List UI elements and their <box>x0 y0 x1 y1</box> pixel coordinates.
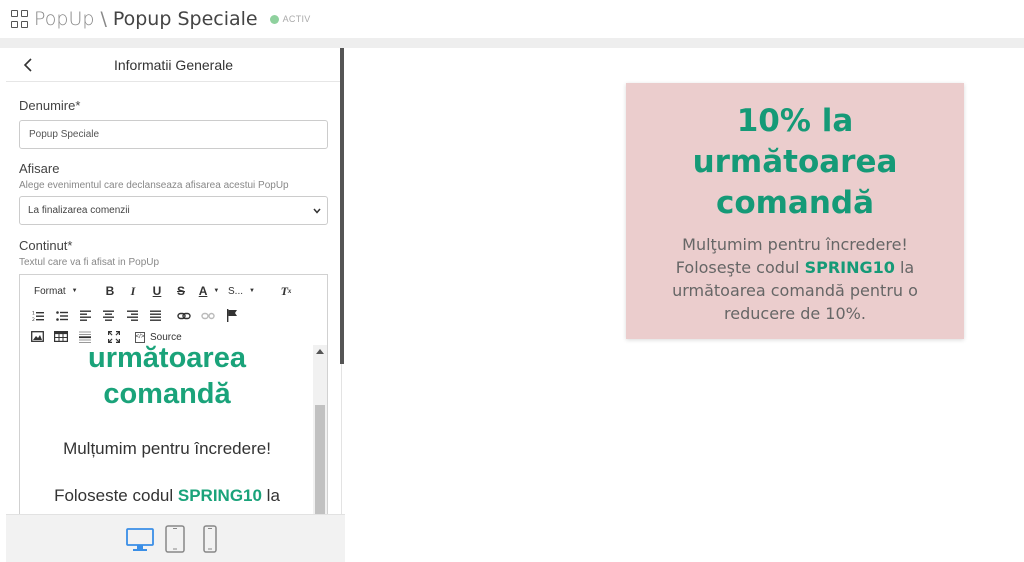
align-justify-icon[interactable] <box>150 310 161 321</box>
source-code-icon: </> <box>135 331 145 343</box>
preview-coupon-code: SPRING10 <box>804 258 895 277</box>
editor-paragraph-thanks: Mulțumim pentru încredere! <box>63 439 271 458</box>
italic-button[interactable]: I <box>125 283 141 299</box>
back-arrow-icon[interactable] <box>20 56 36 74</box>
panel-scrollbar[interactable] <box>340 48 344 364</box>
align-right-icon[interactable] <box>127 310 138 321</box>
maximize-icon[interactable] <box>108 331 120 343</box>
status-badge: ACTIV <box>282 14 311 24</box>
preview-paragraph: Mulţumim pentru încredere! Foloseşte cod… <box>656 233 934 325</box>
popup-preview: 10% la următoarea comandă Mulţumim pentr… <box>626 83 964 339</box>
tablet-icon[interactable] <box>165 525 185 553</box>
svg-text:2: 2 <box>32 317 35 322</box>
editor-paragraph-code: Foloseste codul SPRING10 la <box>54 486 280 505</box>
editor-heading-line2: comandă <box>103 378 231 410</box>
align-left-icon[interactable] <box>80 310 91 321</box>
preview-heading-line1: 10% la <box>736 103 854 139</box>
numbered-list-icon[interactable]: 1 2 <box>32 310 44 322</box>
link-icon[interactable] <box>177 311 191 321</box>
preview-code-line: Foloseşte codul SPRING10 la următoarea c… <box>672 258 918 323</box>
preview-heading-line2: următoarea <box>692 144 898 180</box>
svg-text:1: 1 <box>32 311 35 317</box>
anchor-flag-icon[interactable] <box>226 309 238 322</box>
preview-heading-line3: comandă <box>715 185 875 221</box>
preview-heading: 10% la următoarea comandă <box>626 101 964 224</box>
device-toggle-bar <box>6 514 345 562</box>
desktop-icon[interactable] <box>126 528 154 552</box>
horizontal-line-icon[interactable] <box>79 331 91 343</box>
editor-coupon-code: SPRING10 <box>177 486 262 505</box>
afisare-select[interactable]: La finalizarea comenzii <box>19 196 328 225</box>
text-color-button[interactable]: A ▼ <box>198 283 220 299</box>
status-dot-icon <box>269 14 279 24</box>
header-divider <box>0 38 1024 48</box>
panel-title: Informatii Generale <box>113 56 234 73</box>
continut-label: Continut* <box>19 238 73 253</box>
bullet-list-icon[interactable] <box>56 310 68 322</box>
font-size-dropdown[interactable]: S... ▼ <box>228 283 264 299</box>
afisare-selected-value: La finalizarea comenzii <box>28 205 130 216</box>
top-bar: PopUp \ Popup Speciale ACTIV <box>0 0 1024 38</box>
underline-button[interactable]: U <box>149 283 165 299</box>
editor-heading-line1: următoarea <box>88 345 246 374</box>
table-icon[interactable] <box>54 331 68 342</box>
phone-icon[interactable] <box>203 525 217 553</box>
panel-header: Informatii Generale <box>6 48 341 82</box>
strikethrough-button[interactable]: S <box>173 283 189 299</box>
image-icon[interactable] <box>31 331 44 342</box>
denumire-input[interactable]: Popup Speciale <box>19 120 328 149</box>
bold-button[interactable]: B <box>102 283 118 299</box>
remove-format-icon[interactable]: Tx <box>278 283 294 299</box>
format-dropdown[interactable]: Format ▼ <box>28 283 88 299</box>
chevron-down-icon <box>313 208 321 214</box>
denumire-label: Denumire* <box>19 98 81 113</box>
continut-hint: Textul care va fi afisat in PopUp <box>19 257 160 268</box>
afisare-hint: Alege evenimentul care declanseaza afisa… <box>19 180 289 191</box>
unlink-icon <box>201 312 215 320</box>
preview-thanks: Mulţumim pentru încredere! <box>682 235 908 254</box>
scroll-up-arrow-icon[interactable] <box>316 349 324 354</box>
apps-grid-icon[interactable] <box>11 10 29 28</box>
source-button[interactable]: </> Source <box>135 330 182 344</box>
afisare-label: Afisare <box>19 161 60 176</box>
breadcrumb-separator: \ <box>100 8 107 30</box>
breadcrumb-root[interactable]: PopUp <box>34 8 94 30</box>
align-center-icon[interactable] <box>103 310 114 321</box>
settings-panel: Informatii Generale Denumire* Popup Spec… <box>6 48 342 562</box>
page-title: Popup Speciale <box>112 8 258 30</box>
editor-toolbar: Format ▼ B I U S A ▼ S... ▼ Tx 1 2 </> S… <box>20 275 327 345</box>
